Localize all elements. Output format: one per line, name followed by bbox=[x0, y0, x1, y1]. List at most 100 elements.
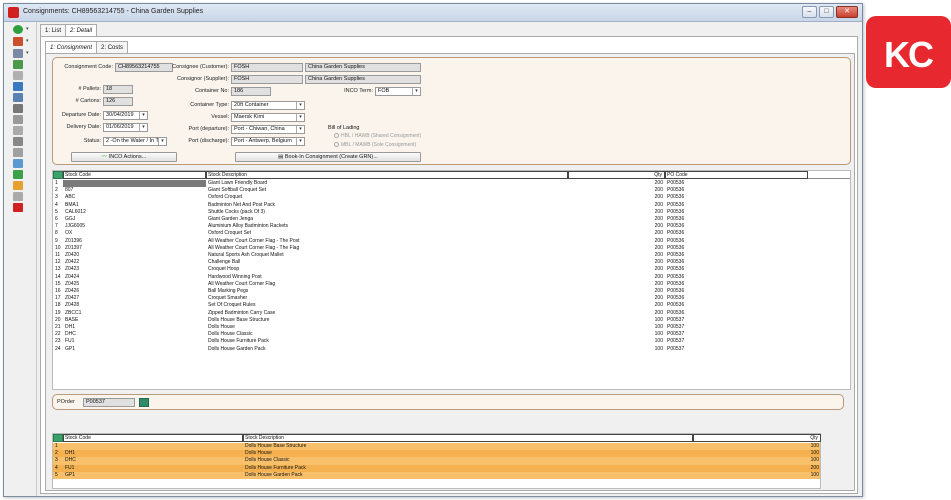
table-row[interactable]: 19 ZBCC1 Zipped Badminton Carry Case P00536… bbox=[53, 310, 850, 317]
vessel-select[interactable]: Maersk Kimi ▾ bbox=[231, 113, 305, 122]
table-row[interactable]: 15 Z0425 All Weather Court Corner Flag P005… bbox=[53, 281, 850, 288]
table-row[interactable]: 9 Z01396 All Weather Court Corner Flag - T… bbox=[53, 238, 850, 245]
chevron-down-icon[interactable]: ▾ bbox=[296, 138, 304, 145]
departure-date-field[interactable]: 30/04/2019 ▾ bbox=[103, 111, 148, 120]
folder-icon[interactable] bbox=[13, 181, 23, 190]
table-row[interactable]: 7 JJG6005 Aluminium Alloy Badminton Racket… bbox=[53, 223, 850, 230]
paste-icon[interactable] bbox=[13, 93, 23, 102]
chart-icon[interactable] bbox=[13, 170, 23, 179]
col-stock-description[interactable]: Stock Description bbox=[243, 434, 693, 442]
table-row[interactable]: 3 DHC Dolls House Classic 100 bbox=[53, 457, 820, 465]
inco-actions-button[interactable]: 〰 INCO Actions... bbox=[71, 152, 177, 162]
settings-icon[interactable] bbox=[13, 148, 23, 157]
table-row[interactable]: 11 Z0420 Natural Sports Ash Croquet Mallet… bbox=[53, 252, 850, 259]
chevron-down-icon[interactable]: ▾ bbox=[139, 124, 147, 131]
cell-stock-code: Z0426 bbox=[65, 288, 80, 294]
col-qty[interactable]: Qty bbox=[693, 434, 821, 442]
filter-icon[interactable] bbox=[53, 434, 63, 442]
table-row[interactable]: 16 Z0426 Ball Marking Pegs P00536 200 bbox=[53, 288, 850, 295]
table-row[interactable]: 6 GGJ Giant Garden Jenga P00536 200 bbox=[53, 216, 850, 223]
consignee-code-field[interactable]: FOSH bbox=[231, 63, 303, 72]
list-icon[interactable] bbox=[13, 126, 23, 135]
chevron-down-icon[interactable]: ▾ bbox=[296, 114, 304, 121]
table-row[interactable]: 18 Z0428 Set Of Croquet Rules P00536 200 bbox=[53, 302, 850, 309]
cell-qty: 200 bbox=[654, 280, 663, 287]
chevron-down-icon[interactable]: ▾ bbox=[296, 126, 304, 133]
table-row[interactable]: 2 DH1 Dolls House 100 bbox=[53, 450, 820, 458]
cartons-field[interactable]: 126 bbox=[103, 97, 133, 106]
table-row[interactable]: 21 DH1 Dolls House P00537 100 bbox=[53, 324, 850, 331]
col-stock-code[interactable]: Stock Code bbox=[63, 171, 206, 179]
back-icon[interactable] bbox=[13, 71, 23, 80]
copy-icon[interactable] bbox=[13, 82, 23, 91]
table-row[interactable]: 24 GP1 Dolls House Garden Pack P00537 100 bbox=[53, 346, 850, 353]
cell-qty: 100 bbox=[654, 331, 663, 338]
container-no-field[interactable]: 186 bbox=[231, 87, 271, 96]
table-row[interactable]: 17 Z0427 Croquet Smasher P00536 200 bbox=[53, 295, 850, 302]
print-icon[interactable] bbox=[13, 104, 23, 113]
add-icon[interactable] bbox=[13, 25, 23, 34]
table-row[interactable]: 13 Z0423 Croquet Hoop P00536 200 bbox=[53, 266, 850, 273]
maximize-button[interactable]: □ bbox=[819, 6, 834, 18]
minimize-button[interactable]: – bbox=[802, 6, 817, 18]
table-row[interactable]: 14 Z0424 Hardwood Winning Post P00536 200 bbox=[53, 274, 850, 281]
table-row[interactable]: 2 807 Giant Softball Croquet Set P00536 200 bbox=[53, 187, 850, 194]
hbl-radio[interactable]: HBL / HAWB (Shared Consignment) bbox=[334, 133, 444, 139]
mbl-radio[interactable]: MBL / MAWB (Sole Consignment) bbox=[334, 142, 444, 148]
delete-icon[interactable] bbox=[13, 137, 23, 146]
cell-qty: 200 bbox=[654, 302, 663, 309]
port-discharge-select[interactable]: Port - Antwerp, Belgium ▾ bbox=[231, 137, 305, 146]
export-icon[interactable] bbox=[139, 398, 149, 407]
porder-field[interactable]: P00537 bbox=[83, 398, 135, 407]
table-row[interactable]: 12 Z0422 Challenge Ball P00536 200 bbox=[53, 259, 850, 266]
table-row[interactable]: 10 Z01397 All Weather Court Corner Flag - … bbox=[53, 245, 850, 252]
note-icon[interactable] bbox=[13, 159, 23, 168]
filter-icon[interactable] bbox=[53, 171, 63, 179]
exit-icon[interactable] bbox=[13, 203, 23, 212]
col-qty[interactable]: Qty bbox=[568, 171, 665, 179]
table-row[interactable]: 22 DHC Dolls House Classic P00537 100 bbox=[53, 331, 850, 338]
inco-term-select[interactable]: FOB ▾ bbox=[375, 87, 421, 96]
cell-qty: 200 bbox=[654, 309, 663, 316]
table-row[interactable]: 5 CAL6012 Shuttle Cocks (pack Of 3) P00536 2… bbox=[53, 209, 850, 216]
port-departure-select[interactable]: Port - Chiwan, China ▾ bbox=[231, 125, 305, 134]
cell-description: Badminton Net And Post Pack bbox=[208, 201, 275, 208]
edit-icon[interactable] bbox=[13, 37, 23, 46]
page-icon[interactable] bbox=[13, 192, 23, 201]
chevron-down-icon[interactable]: ▾ bbox=[26, 26, 29, 32]
table-row[interactable]: 4 FU1 Dolls House Furniture Pack 200 bbox=[53, 464, 820, 472]
document-icon[interactable] bbox=[13, 115, 23, 124]
consignor-code-field[interactable]: FOSH bbox=[231, 75, 303, 84]
delivery-label: Delivery Date: bbox=[66, 124, 101, 130]
chevron-down-icon[interactable]: ▾ bbox=[412, 88, 420, 95]
row-number: 21 bbox=[55, 324, 61, 330]
table-row[interactable]: 3 ABC Oxford Croquet P00536 200 bbox=[53, 194, 850, 201]
chevron-down-icon[interactable]: ▾ bbox=[296, 102, 304, 109]
table-row[interactable]: 8 OX Oxford Croquet Set P00536 200 bbox=[53, 230, 850, 237]
cell-qty: 200 bbox=[654, 266, 663, 273]
filter-icon[interactable] bbox=[13, 60, 23, 69]
table-row[interactable]: 23 FU1 Dolls House Furniture Pack P00537 100 bbox=[53, 338, 850, 345]
table-row[interactable]: 1 Giant Lawn Friendly Board P00536 200 bbox=[53, 180, 850, 187]
table-row[interactable]: 20 BASE Dolls House Base Structure P00537 10… bbox=[53, 317, 850, 324]
delivery-date-field[interactable]: 01/06/2019 ▾ bbox=[103, 123, 148, 132]
port-discharge-label: Port (discharge): bbox=[188, 138, 229, 144]
col-stock-code[interactable]: Stock Code bbox=[63, 434, 243, 442]
table-row[interactable]: 1 Dolls House Base Structure 100 bbox=[53, 443, 820, 451]
cell-qty: 200 bbox=[654, 252, 663, 258]
book-in-button[interactable]: ▤ Book-In Consignment (Create GRN)... bbox=[235, 152, 421, 162]
close-button[interactable]: ✕ bbox=[836, 6, 858, 18]
col-po-code[interactable]: PO Code bbox=[665, 171, 808, 179]
container-type-select[interactable]: 20ft Container ▾ bbox=[231, 101, 305, 110]
table-row[interactable]: 4 BMA1 Badminton Net And Post Pack P00536 20… bbox=[53, 202, 850, 209]
consignee-name-field[interactable]: China Garden Supplies bbox=[305, 63, 421, 72]
col-stock-description[interactable]: Stock Description bbox=[206, 171, 568, 179]
find-icon[interactable] bbox=[13, 49, 23, 58]
chevron-down-icon[interactable]: ▾ bbox=[139, 112, 147, 119]
chevron-down-icon[interactable]: ▾ bbox=[26, 38, 29, 44]
pallets-field[interactable]: 18 bbox=[103, 85, 133, 94]
selected-cell[interactable] bbox=[63, 180, 206, 187]
chevron-down-icon[interactable]: ▾ bbox=[26, 50, 29, 56]
table-row[interactable]: 5 GP1 Dolls House Garden Pack 100 bbox=[53, 471, 820, 479]
consignor-name-field[interactable]: China Garden Supplies bbox=[305, 75, 421, 84]
